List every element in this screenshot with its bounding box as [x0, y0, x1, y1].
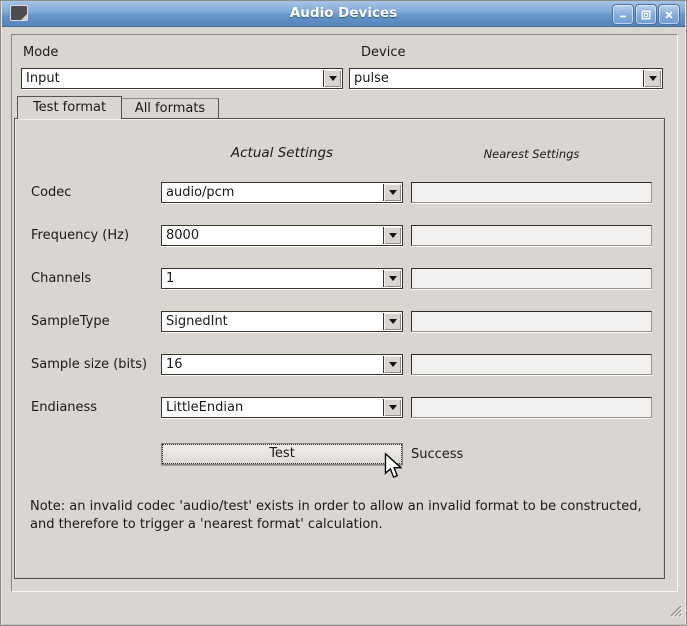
chevron-down-icon[interactable]: [383, 313, 401, 330]
arrow-glyph: [389, 233, 397, 238]
chevron-down-icon[interactable]: [323, 70, 341, 87]
samplesize-select-value: 16: [166, 357, 183, 372]
codec-select-value: audio/pcm: [166, 185, 234, 200]
window-title: Audio Devices: [2, 5, 685, 21]
codec-nearest-field: [411, 182, 652, 203]
tab-all-formats[interactable]: All formats: [122, 98, 219, 118]
arrow-glyph: [389, 190, 397, 195]
tab-test-format[interactable]: Test format: [17, 96, 122, 119]
arrow-glyph: [389, 362, 397, 367]
frequency-select-value: 8000: [166, 228, 199, 243]
sampletype-label: SampleType: [31, 314, 110, 329]
channels-nearest-field: [411, 268, 652, 289]
audio-devices-window: Audio Devices Mode Device Input pulse: [0, 0, 687, 626]
samplesize-select[interactable]: 16: [161, 354, 403, 375]
frequency-label: Frequency (Hz): [31, 228, 129, 243]
sampletype-nearest-field: [411, 311, 652, 332]
endianess-nearest-field: [411, 397, 652, 418]
device-select[interactable]: pulse: [349, 68, 663, 89]
chevron-down-icon[interactable]: [383, 399, 401, 416]
sampletype-select[interactable]: SignedInt: [161, 311, 403, 332]
endianess-select-value: LittleEndian: [166, 400, 243, 415]
minimize-icon: [618, 10, 628, 20]
arrow-glyph: [329, 76, 337, 81]
frequency-nearest-field: [411, 225, 652, 246]
minimize-button[interactable]: [612, 4, 634, 25]
maximize-icon: [641, 10, 651, 20]
maximize-button[interactable]: [635, 4, 657, 25]
chevron-down-icon[interactable]: [643, 70, 661, 87]
arrow-glyph: [649, 76, 657, 81]
endianess-label: Endianess: [31, 400, 97, 415]
device-select-value: pulse: [354, 71, 389, 86]
arrow-glyph: [389, 319, 397, 324]
note-line-2: and therefore to trigger a 'nearest form…: [30, 516, 670, 534]
samplesize-nearest-field: [411, 354, 652, 375]
test-button[interactable]: Test: [161, 443, 403, 465]
arrow-glyph: [389, 276, 397, 281]
chevron-down-icon[interactable]: [383, 356, 401, 373]
resize-grip-icon[interactable]: [667, 602, 682, 617]
nearest-settings-header: Nearest Settings: [411, 147, 652, 161]
sampletype-select-value: SignedInt: [166, 314, 228, 329]
device-label: Device: [361, 45, 405, 60]
arrow-glyph: [389, 405, 397, 410]
samplesize-label: Sample size (bits): [31, 357, 147, 372]
mode-select[interactable]: Input: [21, 68, 343, 89]
frequency-select[interactable]: 8000: [161, 225, 403, 246]
codec-label: Codec: [31, 185, 71, 200]
channels-select-value: 1: [166, 271, 174, 286]
actual-settings-header: Actual Settings: [161, 145, 403, 161]
titlebar[interactable]: Audio Devices: [2, 1, 685, 27]
note-text: Note: an invalid codec 'audio/test' exis…: [30, 498, 670, 533]
test-status: Success: [411, 447, 463, 462]
close-button[interactable]: [658, 4, 680, 25]
chevron-down-icon[interactable]: [383, 227, 401, 244]
note-line-1: Note: an invalid codec 'audio/test' exis…: [30, 498, 670, 516]
chevron-down-icon[interactable]: [383, 270, 401, 287]
close-icon: [664, 10, 674, 20]
chevron-down-icon[interactable]: [383, 184, 401, 201]
mode-select-value: Input: [26, 71, 60, 86]
channels-select[interactable]: 1: [161, 268, 403, 289]
endianess-select[interactable]: LittleEndian: [161, 397, 403, 418]
codec-select[interactable]: audio/pcm: [161, 182, 403, 203]
channels-label: Channels: [31, 271, 91, 286]
mode-label: Mode: [23, 45, 58, 60]
